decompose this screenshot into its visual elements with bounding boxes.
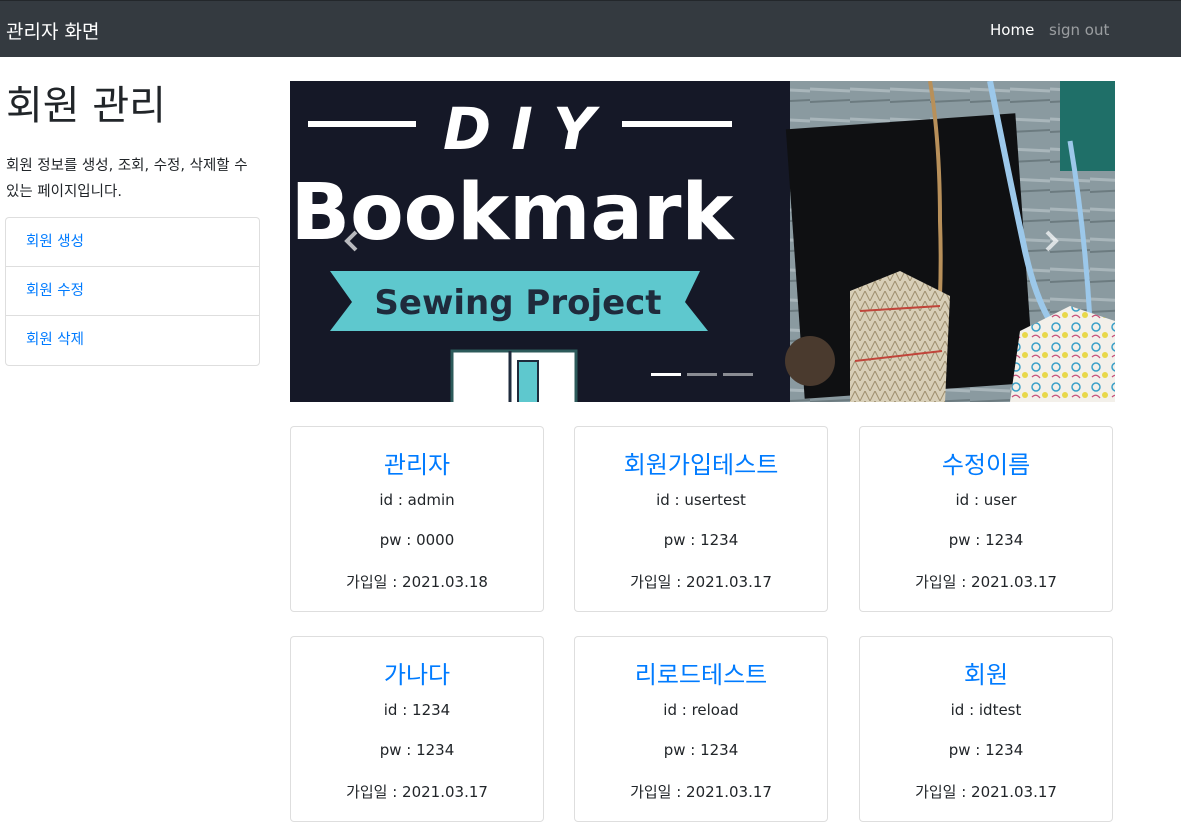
member-card: 리로드테스트 id : reload pw : 1234 가입일 : 2021.…	[574, 636, 828, 822]
member-password: pw : 0000	[379, 531, 455, 549]
carousel-indicator-1[interactable]	[651, 373, 681, 376]
carousel-slide-image: D I Y Bookmark Sewing Project	[290, 81, 1115, 402]
member-id: id : reload	[663, 701, 739, 719]
member-join-date: 가입일 : 2021.03.17	[630, 783, 772, 801]
slide-subtitle: Sewing Project	[374, 283, 661, 323]
member-card: 수정이름 id : user pw : 1234 가입일 : 2021.03.1…	[859, 426, 1113, 612]
image-carousel: D I Y Bookmark Sewing Project	[290, 81, 1115, 402]
member-password: pw : 1234	[948, 531, 1024, 549]
chevron-left-icon	[344, 230, 358, 252]
member-password: pw : 1234	[663, 741, 739, 759]
menu-item-edit-member[interactable]: 회원 수정	[6, 267, 259, 316]
member-menu-list: 회원 생성 회원 수정 회원 삭제	[5, 217, 260, 366]
member-password: pw : 1234	[663, 531, 739, 549]
member-join-date: 가입일 : 2021.03.17	[346, 783, 488, 801]
member-password: pw : 1234	[948, 741, 1024, 759]
carousel-indicator-2[interactable]	[687, 373, 717, 376]
chevron-right-icon	[1045, 230, 1059, 252]
top-navbar: 관리자 화면 Home sign out	[0, 0, 1181, 57]
member-join-date: 가입일 : 2021.03.17	[915, 783, 1057, 801]
member-id: id : user	[955, 491, 1017, 509]
member-name-link[interactable]: 리로드테스트	[575, 655, 827, 690]
member-join-date: 가입일 : 2021.03.17	[915, 573, 1057, 591]
carousel-indicator-3[interactable]	[723, 373, 753, 376]
page-description: 회원 정보를 생성, 조회, 수정, 삭제할 수 있는 페이지입니다.	[6, 158, 248, 200]
member-name-link[interactable]: 수정이름	[860, 445, 1112, 480]
member-name-link[interactable]: 회원	[860, 655, 1112, 690]
member-join-date: 가입일 : 2021.03.18	[346, 573, 488, 591]
member-id: id : usertest	[656, 491, 746, 509]
member-id: id : 1234	[383, 701, 451, 719]
member-id: id : idtest	[950, 701, 1022, 719]
member-name-link[interactable]: 회원가입테스트	[575, 445, 827, 480]
page-title: 회원 관리	[6, 83, 166, 129]
nav-home-link[interactable]: Home	[990, 21, 1034, 39]
nav-signout-link[interactable]: sign out	[1049, 21, 1109, 39]
member-card: 회원가입테스트 id : usertest pw : 1234 가입일 : 20…	[574, 426, 828, 612]
member-card: 회원 id : idtest pw : 1234 가입일 : 2021.03.1…	[859, 636, 1113, 822]
carousel-prev-button[interactable]	[330, 211, 370, 271]
member-name-link[interactable]: 가나다	[291, 655, 543, 690]
navbar-brand[interactable]: 관리자 화면	[6, 17, 99, 44]
member-password: pw : 1234	[379, 741, 455, 759]
member-card: 가나다 id : 1234 pw : 1234 가입일 : 2021.03.17	[290, 636, 544, 822]
member-name-link[interactable]: 관리자	[291, 445, 543, 480]
member-id: id : admin	[379, 491, 455, 509]
member-join-date: 가입일 : 2021.03.17	[630, 573, 772, 591]
menu-item-delete-member[interactable]: 회원 삭제	[6, 316, 259, 365]
carousel-next-button[interactable]	[1033, 211, 1073, 271]
member-card: 관리자 id : admin pw : 0000 가입일 : 2021.03.1…	[290, 426, 544, 612]
menu-item-create-member[interactable]: 회원 생성	[6, 218, 259, 267]
slide-title-diy: D I Y	[443, 95, 600, 163]
